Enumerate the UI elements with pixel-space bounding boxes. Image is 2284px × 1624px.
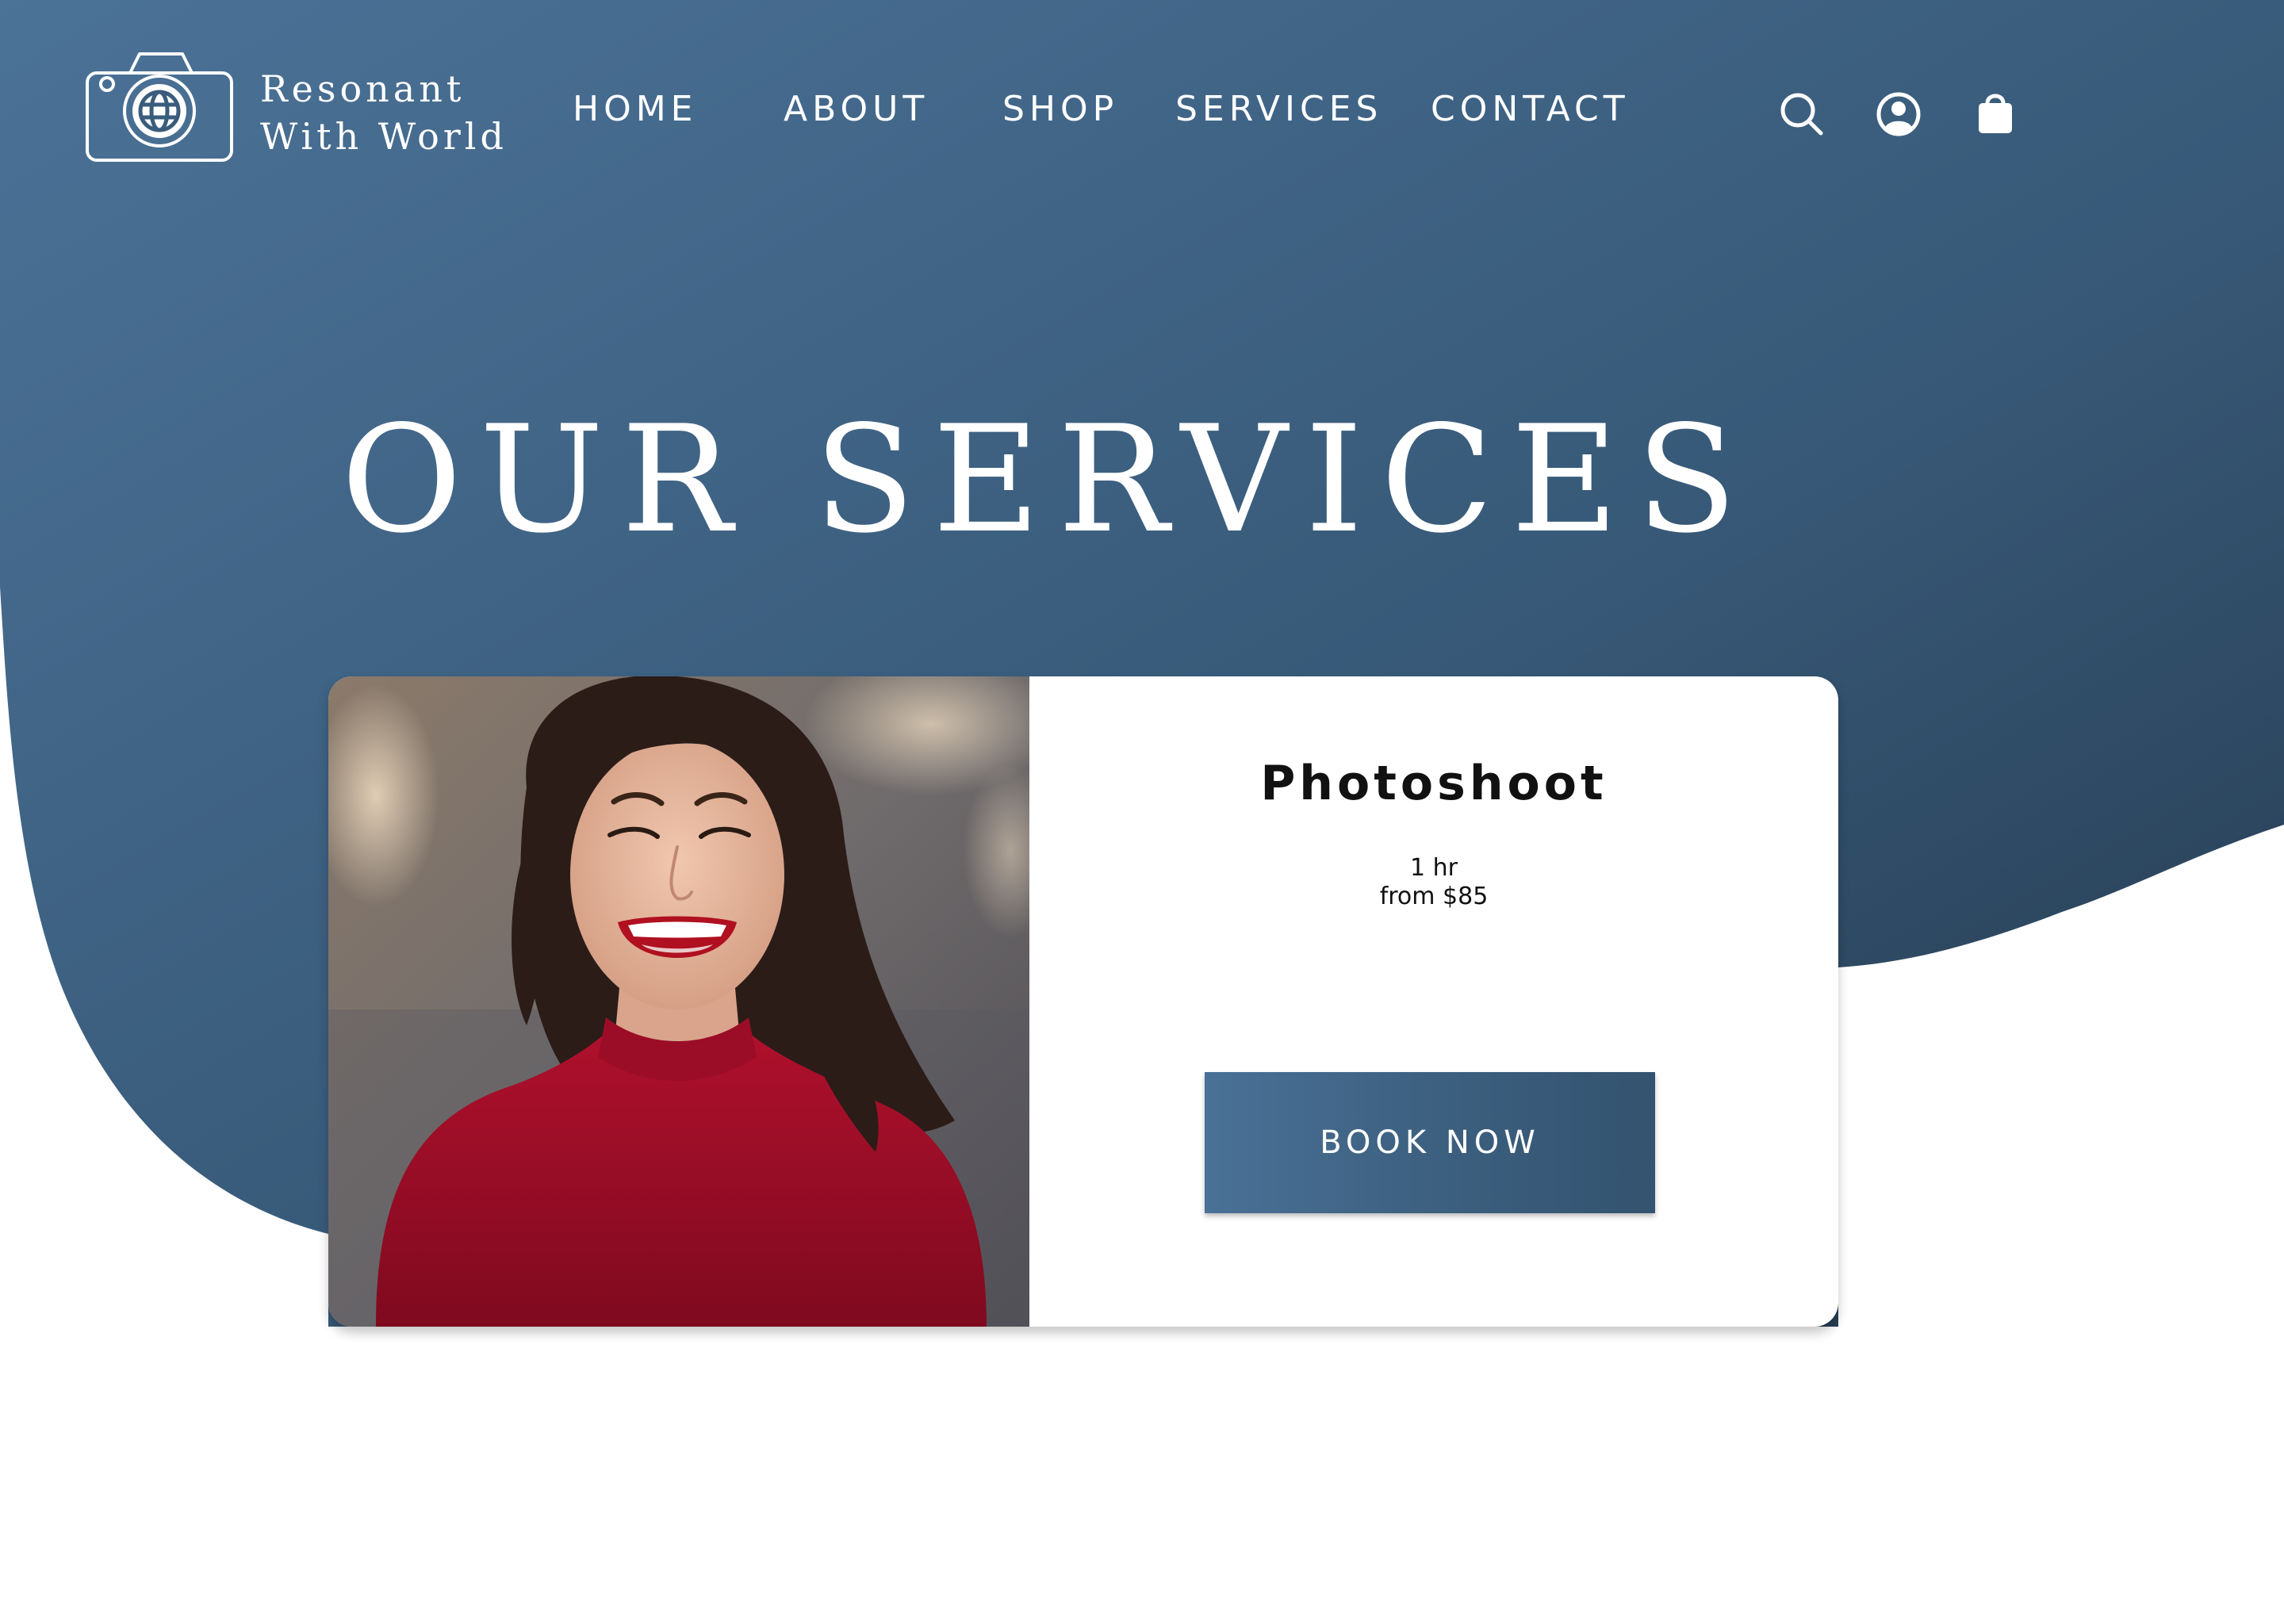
service-card: Photoshoot 1 hr from $85 BOOK NOW bbox=[328, 676, 1838, 1327]
nav-shop[interactable]: SHOP bbox=[1002, 89, 1118, 129]
book-now-button[interactable]: BOOK NOW bbox=[1205, 1072, 1655, 1213]
brand-name: Resonant With World bbox=[260, 65, 508, 160]
brand-name-line1: Resonant bbox=[260, 67, 466, 110]
service-name: Photoshoot bbox=[1260, 756, 1608, 811]
nav-home[interactable]: HOME bbox=[573, 89, 697, 129]
page-title: OUR SERVICES bbox=[341, 393, 1755, 565]
nav-services[interactable]: SERVICES bbox=[1175, 89, 1382, 129]
search-button[interactable] bbox=[1776, 89, 1827, 140]
brand-name-line2: With World bbox=[260, 115, 508, 158]
search-icon bbox=[1780, 93, 1823, 136]
cart-button[interactable] bbox=[1970, 89, 2021, 140]
account-icon bbox=[1876, 92, 1921, 136]
service-price: from $85 bbox=[1379, 883, 1489, 910]
camera-globe-icon bbox=[86, 52, 233, 162]
service-photo bbox=[328, 676, 1029, 1327]
account-button[interactable] bbox=[1873, 89, 1924, 140]
nav-about[interactable]: ABOUT bbox=[784, 89, 929, 129]
brand-logo[interactable]: Resonant With World bbox=[84, 49, 504, 168]
nav-contact[interactable]: CONTACT bbox=[1431, 89, 1630, 129]
portrait-image bbox=[328, 676, 1029, 1327]
shopping-bag-icon bbox=[1979, 94, 2012, 133]
service-duration: 1 hr bbox=[1410, 854, 1458, 882]
